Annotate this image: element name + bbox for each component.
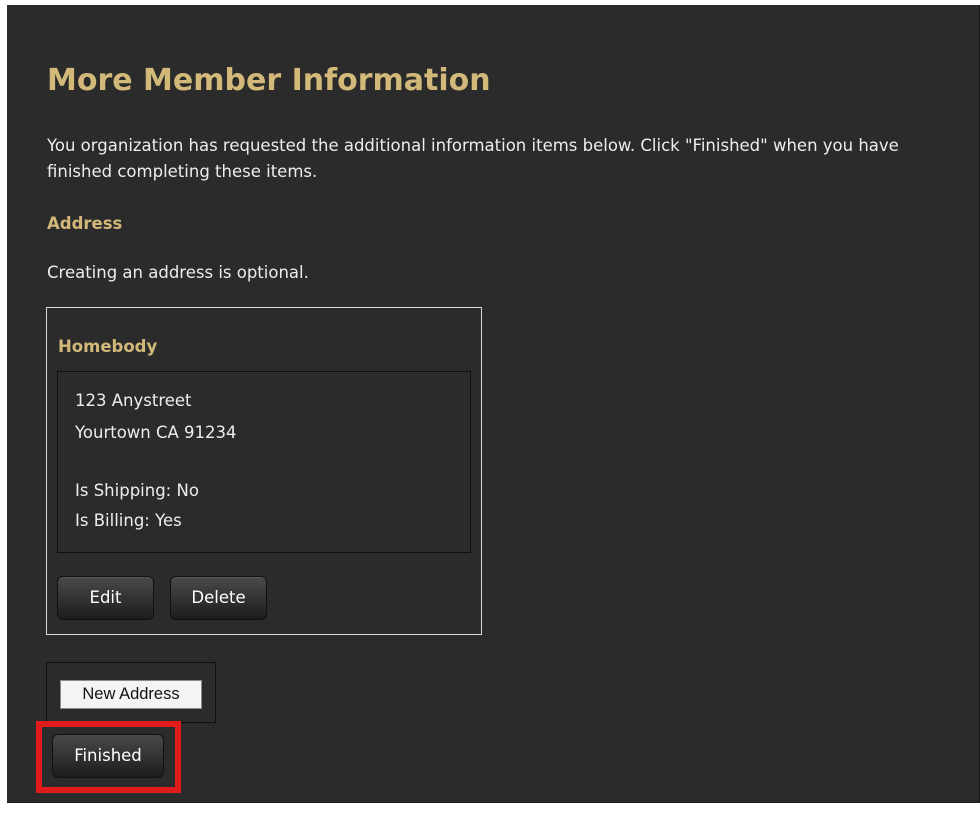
address-optional-note: Creating an address is optional. bbox=[47, 263, 309, 282]
intro-text: You organization has requested the addit… bbox=[47, 136, 899, 181]
address-name: Homebody bbox=[58, 337, 158, 356]
address-street: 123 Anystreet bbox=[75, 391, 192, 410]
member-info-panel: More Member Information You organization… bbox=[7, 5, 980, 803]
address-city-line: Yourtown CA 91234 bbox=[75, 423, 237, 442]
new-address-button[interactable]: New Address bbox=[60, 680, 202, 709]
finished-button[interactable]: Finished bbox=[52, 734, 164, 778]
address-shipping-status: Is Shipping: No bbox=[75, 481, 199, 500]
edit-address-button[interactable]: Edit bbox=[57, 576, 154, 620]
address-details: 123 Anystreet Yourtown CA 91234 Is Shipp… bbox=[57, 371, 471, 553]
new-address-container: New Address bbox=[46, 662, 216, 723]
page-title: More Member Information bbox=[47, 63, 491, 98]
delete-address-button[interactable]: Delete bbox=[170, 576, 267, 620]
address-billing-status: Is Billing: Yes bbox=[75, 511, 182, 530]
address-card: Homebody 123 Anystreet Yourtown CA 91234… bbox=[46, 307, 482, 635]
address-section-heading: Address bbox=[47, 214, 123, 233]
